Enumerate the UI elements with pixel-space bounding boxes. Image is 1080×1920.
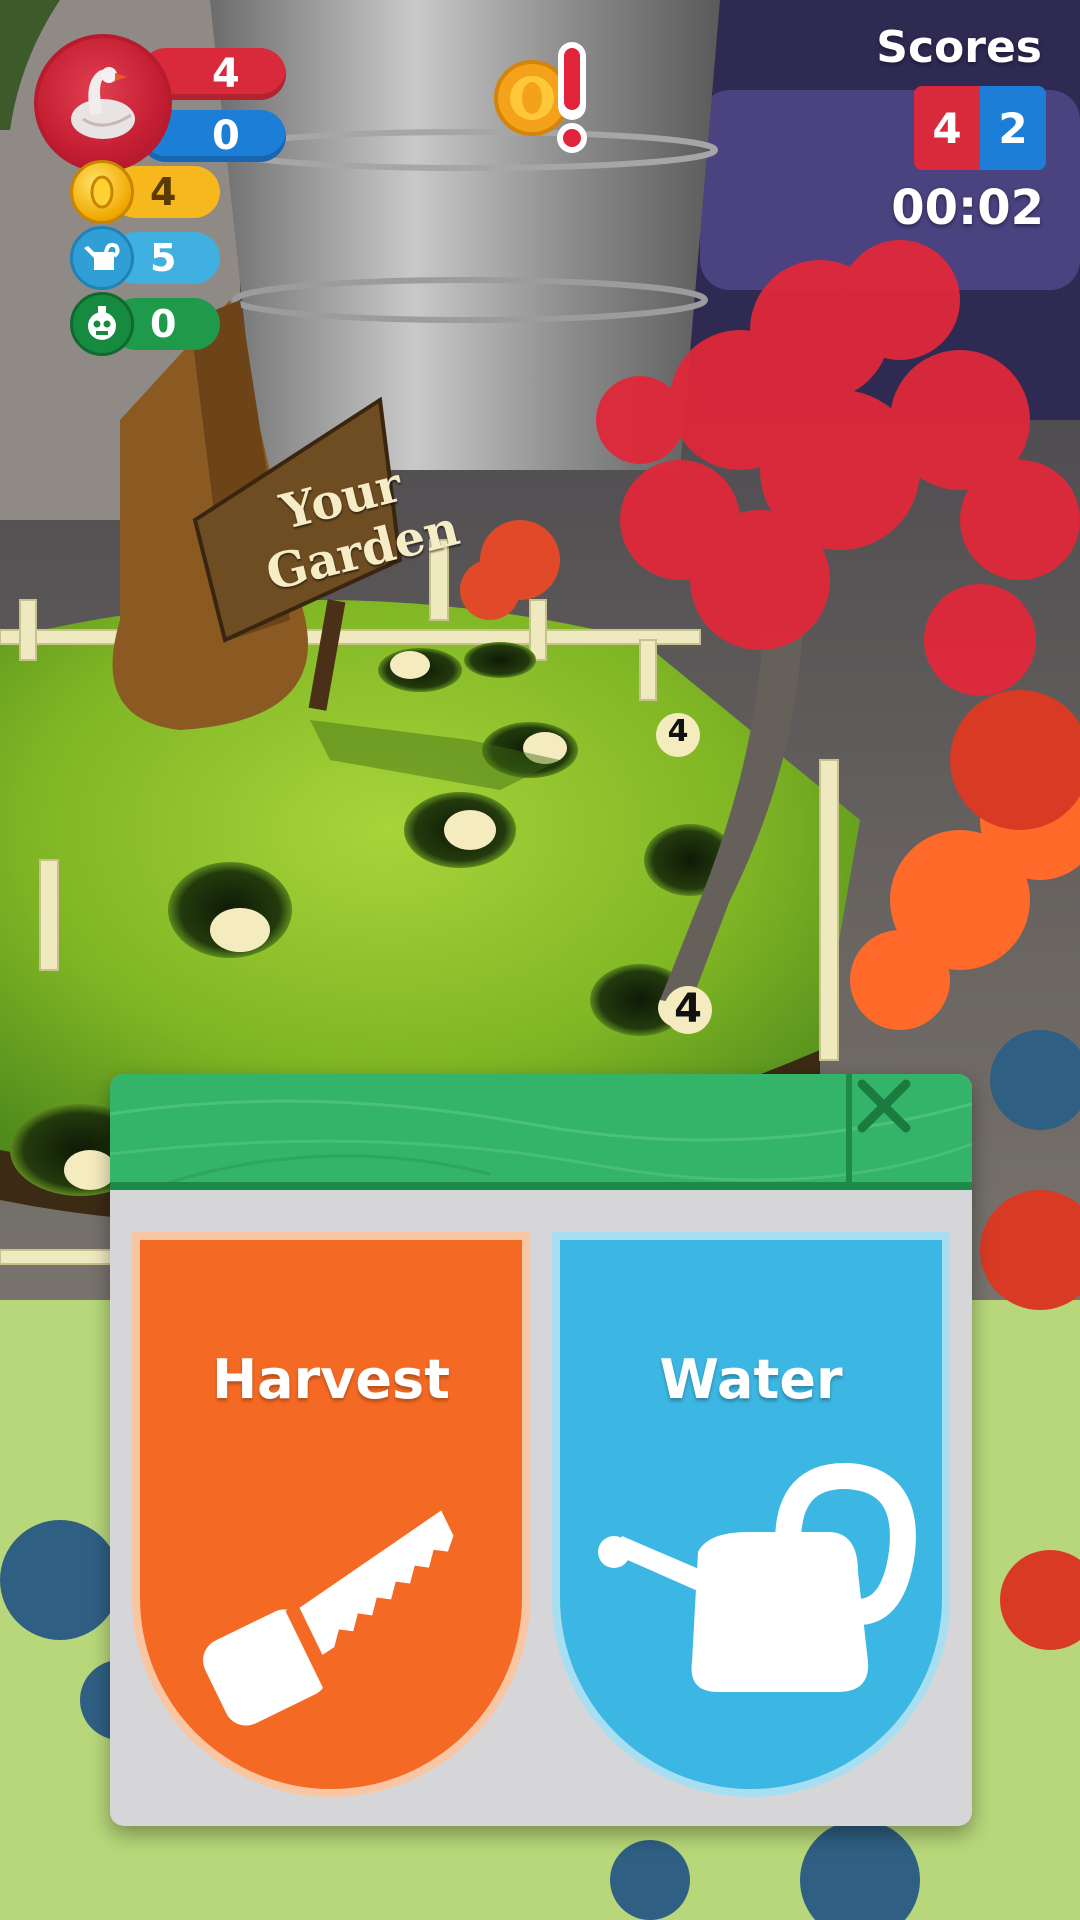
close-icon: [857, 1079, 911, 1133]
water-button[interactable]: Water: [552, 1232, 950, 1798]
player-status[interactable]: 4 0: [30, 30, 286, 172]
saw-icon: [203, 1510, 454, 1726]
panel-header: [110, 1074, 972, 1190]
team-red-score: 4: [914, 86, 980, 170]
watering-can-icon: [598, 1462, 916, 1692]
water-label: Water: [659, 1348, 843, 1411]
skull-bottle-icon: [70, 292, 134, 356]
coin-alert-icon[interactable]: [492, 36, 602, 156]
coins-counter: 4: [70, 160, 220, 224]
close-button[interactable]: [846, 1074, 972, 1182]
plot-action-panel: Harvest Water: [110, 1074, 972, 1826]
plot-number-label: 4: [667, 714, 689, 749]
poison-counter: 0: [70, 292, 220, 356]
coin-icon: [70, 160, 134, 224]
team-blue-score: 2: [980, 86, 1046, 170]
water-counter: 5: [70, 226, 220, 290]
plot-number-label: 4: [674, 986, 702, 1032]
scores-title: Scores: [876, 22, 1042, 73]
swan-avatar-icon[interactable]: [34, 34, 172, 172]
harvest-button[interactable]: Harvest: [132, 1232, 530, 1798]
match-timer: 00:02: [891, 180, 1044, 236]
watering-can-icon: [70, 226, 134, 290]
harvest-label: Harvest: [211, 1348, 451, 1411]
